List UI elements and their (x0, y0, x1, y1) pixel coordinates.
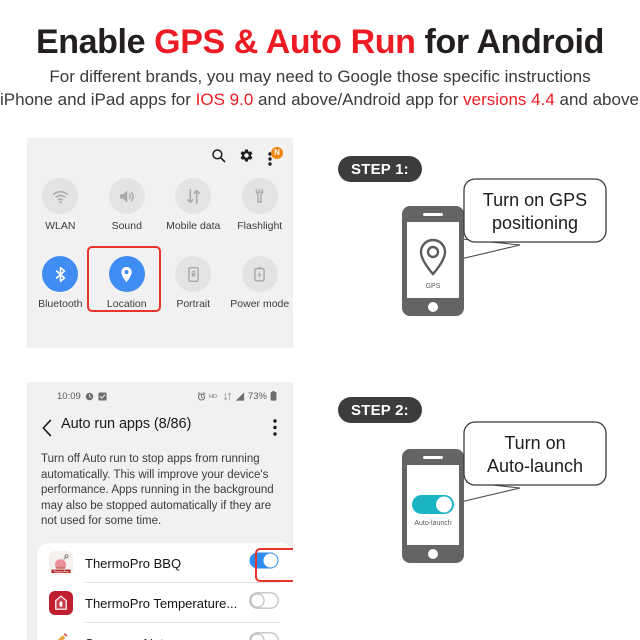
app-name: Samsung Notes (85, 636, 178, 640)
status-bar-right: HD 73% (197, 391, 277, 402)
thermopro-bbq-app-icon: ThermoPro (49, 551, 73, 575)
checkbox-icon (98, 391, 107, 401)
bubble-line-2: positioning (492, 213, 578, 233)
app-name: ThermoPro Temperature... (85, 595, 238, 611)
bubble-line-1: Turn on GPS (483, 190, 587, 210)
status-bar-left: 10:09 (57, 391, 107, 402)
power-mode-icon (241, 256, 278, 292)
bubble-line-2: Auto-launch (487, 456, 583, 476)
bluetooth-icon (42, 256, 79, 292)
title-part-2: for Android (415, 23, 605, 61)
status-bar: 10:09 HD 73% (27, 388, 293, 404)
svg-text:ThermoPro: ThermoPro (53, 569, 69, 573)
quick-tile-mobile-data[interactable]: Mobile data (160, 178, 227, 232)
status-time: 10:09 (57, 390, 81, 402)
quick-tile-label: Location (106, 298, 147, 310)
back-chevron-icon[interactable] (41, 419, 53, 442)
subtitle-2-a: iPhone and iPad apps for (0, 90, 196, 109)
phone-home-button (428, 302, 438, 312)
auto-run-title: Auto run apps (8/86) (61, 416, 192, 432)
quick-settings-row-2: Bluetooth Location Portrait Power mode (27, 256, 293, 310)
quick-tile-label: Sound (111, 220, 142, 232)
location-pin-icon (108, 256, 145, 292)
quick-tile-label: Bluetooth (38, 298, 83, 310)
subtitle-2-c: and above. (554, 90, 640, 109)
quick-tile-power-mode[interactable]: Power mode (227, 256, 294, 310)
auto-run-header: Auto run apps (8/86) (27, 414, 293, 444)
quick-settings-toolbar: N (211, 147, 283, 168)
overflow-menu-button[interactable]: N (267, 147, 283, 166)
subtitle-line-2: iPhone and iPad apps for IOS 9.0 and abo… (0, 89, 640, 111)
android-version-highlight: versions 4.4 (463, 90, 555, 109)
list-item[interactable]: ThermoPro ThermoPro BBQ (37, 543, 293, 583)
quick-tile-label: Flashlight (237, 220, 283, 232)
quick-tile-flashlight[interactable]: Flashlight (227, 178, 294, 232)
quick-settings-row-1: WLAN Sound Mobile data Flashlight (27, 178, 293, 232)
list-item[interactable]: ThermoPro Temperature... (37, 583, 293, 623)
rotation-lock-icon (175, 256, 212, 292)
quick-tile-label: Portrait (176, 298, 211, 310)
battery-icon (270, 391, 277, 401)
gear-icon[interactable] (239, 148, 254, 168)
ios-version-highlight: IOS 9.0 (195, 90, 254, 109)
phone-home-button (428, 549, 438, 559)
search-icon[interactable] (211, 148, 226, 168)
auto-run-description: Turn off Auto run to stop apps from runn… (41, 453, 274, 527)
notification-badge: N (271, 147, 283, 159)
wifi-icon (42, 178, 79, 214)
app-list: ThermoPro ThermoPro BBQ ThermoPro Temper… (37, 543, 293, 640)
samsung-notes-app-icon (49, 631, 73, 640)
alarm-clock-icon (85, 392, 94, 400)
subtitle-2-b: and above/Android app for (253, 90, 464, 109)
step-1-illustration: GPS Turn on GPS positioning (402, 178, 607, 316)
auto-run-toggle-on[interactable] (249, 552, 279, 574)
quick-tile-wlan[interactable]: WLAN (27, 178, 94, 232)
auto-run-toggle-off[interactable] (249, 632, 279, 640)
signal-bars-icon (235, 391, 245, 401)
step-2-illustration: Auto-launch Turn on Auto-launch (402, 421, 607, 563)
speaker-icon (108, 178, 145, 214)
alarm-icon (197, 391, 206, 401)
overflow-menu-icon[interactable] (273, 419, 277, 441)
battery-percent: 73% (247, 390, 267, 402)
phone-screen-label: GPS (426, 283, 441, 290)
quick-settings-panel: N WLAN Sound Mobile data Flashlight Blue… (27, 138, 293, 348)
auto-run-apps-panel: 10:09 HD 73% Auto run apps (8/86) Turn o… (27, 382, 293, 640)
auto-run-toggle-off[interactable] (249, 592, 279, 614)
bubble-line-1: Turn on (504, 433, 565, 453)
data-transfer-icon (223, 392, 231, 400)
phone-earpiece (423, 456, 443, 459)
title-part-1: Enable (36, 23, 155, 61)
page-header: Enable GPS & Auto Run for Android For di… (0, 0, 640, 120)
svg-text:HD: HD (209, 394, 217, 400)
quick-tile-bluetooth[interactable]: Bluetooth (27, 256, 94, 310)
flashlight-icon (241, 178, 278, 214)
toggle-switch-on-icon (412, 495, 454, 514)
title-highlight: GPS & Auto Run (154, 23, 416, 61)
phone-screen-label: Auto-launch (414, 520, 451, 527)
thermopro-temp-app-icon (49, 591, 73, 615)
quick-tile-label: Mobile data (166, 220, 221, 232)
subtitle-line-1: For different brands, you may need to Go… (49, 67, 591, 86)
hd-icon: HD (209, 394, 217, 400)
quick-tile-location[interactable]: Location (94, 256, 161, 310)
quick-tile-sound[interactable]: Sound (94, 178, 161, 232)
quick-tile-label: WLAN (45, 220, 76, 232)
list-item[interactable]: Samsung Notes (37, 623, 293, 640)
quick-tile-label: Power mode (230, 298, 290, 310)
app-name: ThermoPro BBQ (85, 555, 182, 571)
data-arrows-icon (175, 178, 212, 214)
page-title: Enable GPS & Auto Run for Android (0, 22, 640, 62)
phone-earpiece (423, 213, 443, 216)
quick-tile-portrait[interactable]: Portrait (160, 256, 227, 310)
